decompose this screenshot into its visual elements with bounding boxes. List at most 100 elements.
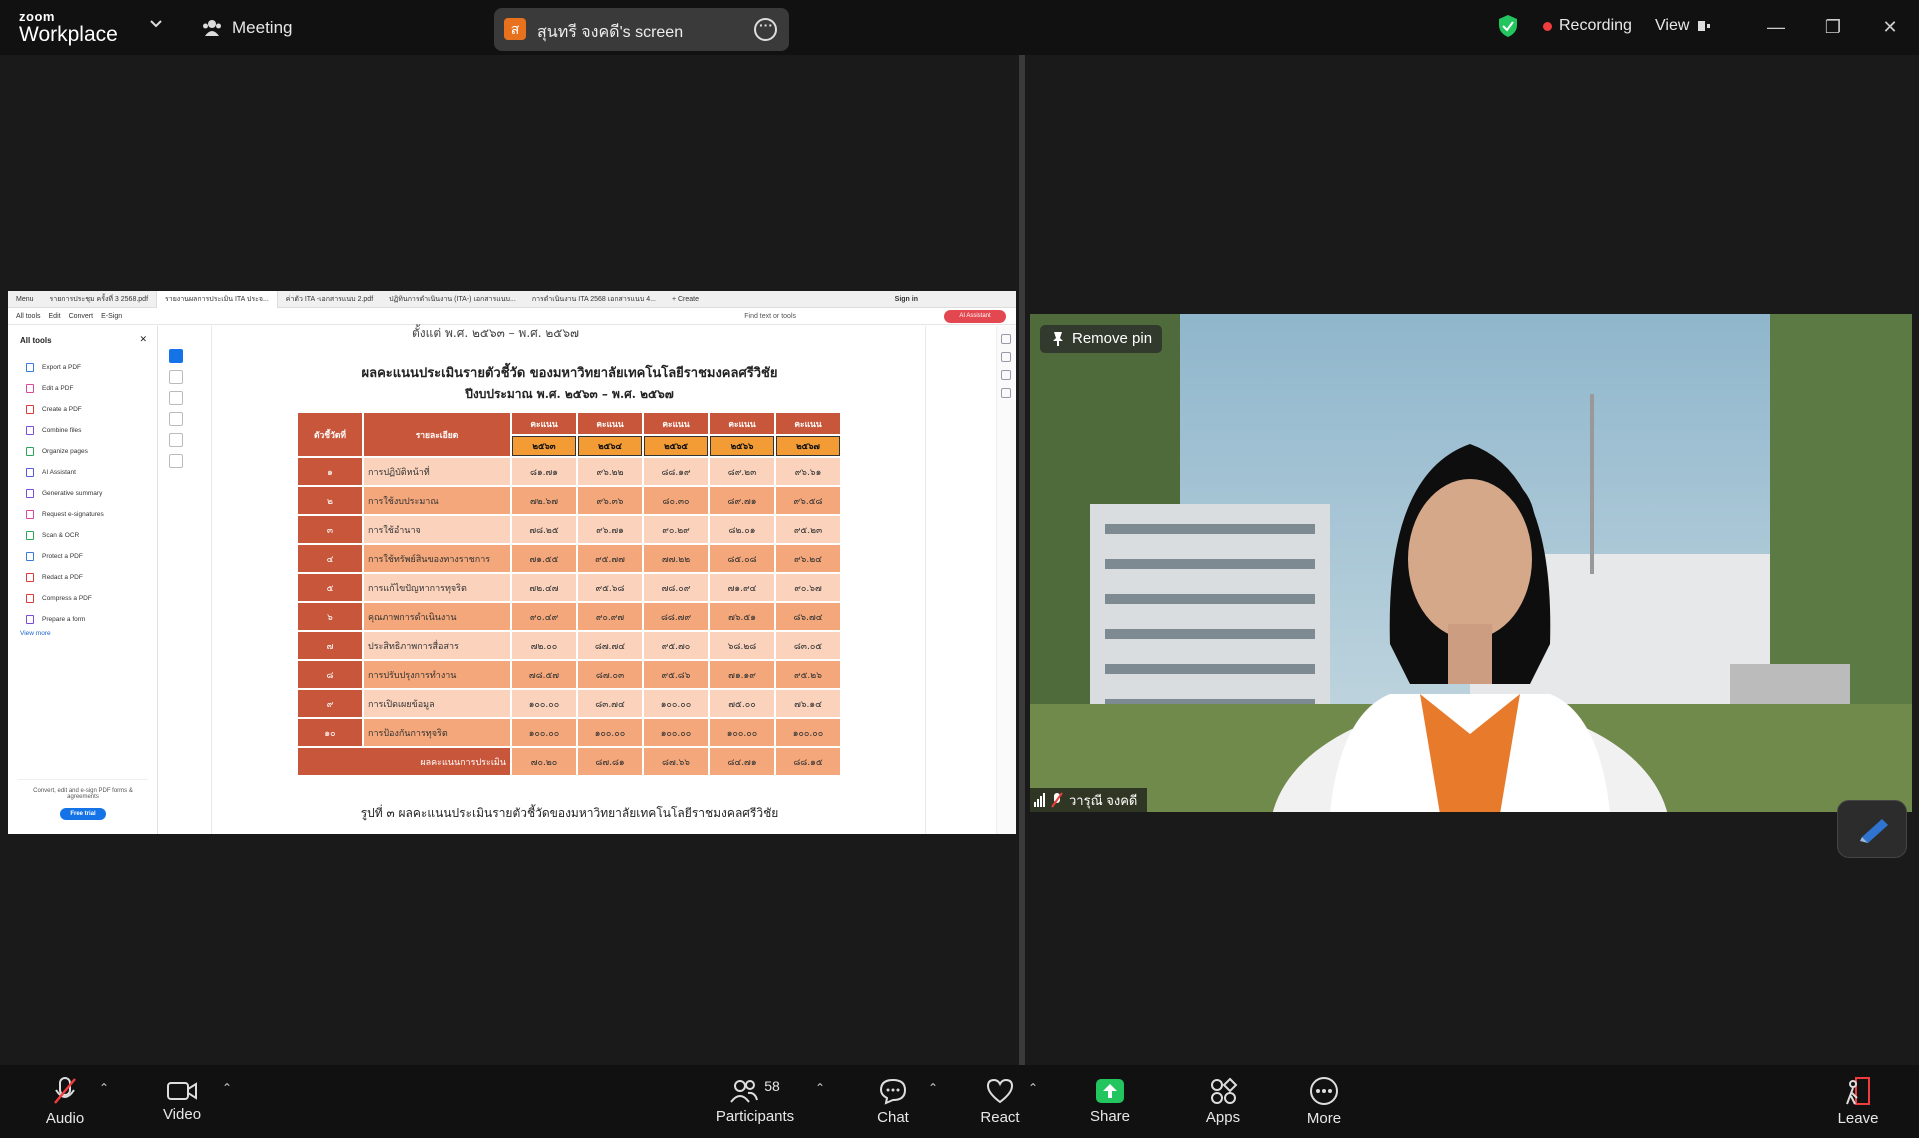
pdf-tool-item[interactable]: AI Assistant (26, 462, 157, 483)
pdf-tool-item[interactable]: Export a PDF (26, 357, 157, 378)
bookmark-icon[interactable] (1001, 352, 1011, 362)
row-score: ๙๖.๓๖ (578, 487, 642, 514)
react-button[interactable]: React (975, 1065, 1025, 1138)
doc-title: ผลคะแนนประเมินรายตัวชี้วัด ของมหาวิทยาลั… (361, 366, 778, 381)
text-box-icon[interactable] (169, 433, 183, 447)
pdf-tab-active[interactable]: รายงานผลการประเมิน ITA ประจ... (156, 291, 278, 308)
participants-button[interactable]: 58 Participants (710, 1065, 800, 1138)
pdf-tool-item[interactable]: Redact a PDF (26, 567, 157, 588)
share-screen-button[interactable]: Share (1085, 1065, 1135, 1138)
col-score-header: คะแนน (578, 413, 642, 434)
participant-count: 58 (764, 1078, 780, 1094)
chevron-down-icon[interactable] (150, 20, 162, 28)
recording-indicator[interactable]: Recording (1543, 17, 1632, 35)
more-options-icon[interactable] (754, 17, 777, 41)
pdf-tool-label: Organize pages (42, 448, 88, 455)
pdf-tool-label: Export a PDF (42, 364, 82, 371)
pdf-tab[interactable]: การดำเนินงาน ITA 2568 เอกสารแนบ 4... (524, 294, 664, 305)
remove-pin-button[interactable]: Remove pin (1040, 325, 1163, 353)
pdf-menu-all-tools[interactable]: All tools (16, 313, 41, 320)
lasso-icon[interactable] (169, 412, 183, 426)
close-icon[interactable]: ✕ (1875, 12, 1905, 42)
pdf-tool-item[interactable]: Create a PDF (26, 399, 157, 420)
pdf-find-tools[interactable]: Find text or tools (744, 313, 796, 320)
row-score: ๗๖.๑๔ (776, 690, 840, 717)
pdf-ai-assistant-button[interactable]: AI Assistant (944, 310, 1006, 323)
pdf-tool-item[interactable]: Organize pages (26, 441, 157, 462)
row-score: ๗๘.๕๗ (512, 661, 576, 688)
pdf-menu-convert[interactable]: Convert (69, 313, 94, 320)
video-options-caret-icon[interactable]: ⌃ (222, 1081, 232, 1095)
select-cursor-icon[interactable] (169, 349, 183, 363)
video-background-image (1030, 314, 1912, 812)
view-button[interactable]: View (1655, 17, 1711, 35)
row-score: ๗๘.๒๕ (512, 516, 576, 543)
row-score: ๘๑.๗๑ (512, 458, 576, 485)
row-index: ๑๐ (298, 719, 362, 746)
react-options-caret-icon[interactable]: ⌃ (1028, 1081, 1038, 1095)
total-score: ๘๘.๑๕ (776, 748, 840, 775)
attachment-icon[interactable] (1001, 388, 1011, 398)
remove-pin-label: Remove pin (1072, 330, 1153, 347)
audio-options-caret-icon[interactable]: ⌃ (99, 1081, 109, 1095)
row-score: ๙๖.๒๒ (578, 458, 642, 485)
total-score: ๘๔.๗๑ (710, 748, 774, 775)
floating-app-button[interactable] (1837, 800, 1907, 858)
pages-icon[interactable] (1001, 370, 1011, 380)
participants-options-caret-icon[interactable]: ⌃ (815, 1081, 825, 1095)
heart-icon (986, 1078, 1014, 1104)
pdf-tool-item[interactable]: Protect a PDF (26, 546, 157, 567)
minimize-icon[interactable]: — (1761, 12, 1791, 42)
participants-label: Participants (715, 1108, 795, 1125)
row-score: ๑๐๐.๐๐ (512, 719, 576, 746)
pdf-menu-button[interactable]: Menu (8, 296, 42, 303)
chat-options-caret-icon[interactable]: ⌃ (928, 1081, 938, 1095)
chat-button[interactable]: Chat (868, 1065, 918, 1138)
pdf-menu-edit[interactable]: Edit (49, 313, 61, 320)
row-index: ๔ (298, 545, 362, 572)
table-row: ๑๐ การป้องกันการทุจริต ๑๐๐.๐๐ ๑๐๐.๐๐ ๑๐๐.๐๐๑… (298, 719, 840, 746)
restore-icon[interactable]: ❐ (1818, 12, 1848, 42)
audio-label: Audio (45, 1110, 85, 1127)
pdf-tool-item[interactable]: Compress a PDF (26, 588, 157, 609)
pdf-tool-item[interactable]: Generative summary (26, 483, 157, 504)
pdf-tool-item[interactable]: Request e-signatures (26, 504, 157, 525)
pdf-menu-esign[interactable]: E-Sign (101, 313, 122, 320)
zoom-workplace-logo[interactable]: zoom Workplace (19, 10, 118, 45)
close-icon[interactable]: ✕ (139, 334, 147, 345)
pdf-free-trial-button[interactable]: Free trial (60, 808, 106, 820)
apps-button[interactable]: Apps (1198, 1065, 1248, 1138)
year-header: ๒๕๖๖ (710, 436, 774, 456)
pdf-tool-item[interactable]: Combine files (26, 420, 157, 441)
more-icon (1310, 1077, 1338, 1105)
pdf-tool-item[interactable]: Edit a PDF (26, 378, 157, 399)
pdf-create-tab[interactable]: + Create (664, 296, 707, 303)
pdf-tab[interactable]: รายการประชุม ครั้งที่ 3 2568.pdf (42, 294, 157, 305)
security-shield-icon[interactable] (1498, 14, 1518, 38)
participant-video[interactable]: Remove pin วารุณี จงคดี (1030, 314, 1912, 812)
pdf-sign-in[interactable]: Sign in (887, 296, 926, 303)
pdf-tool-icon (26, 552, 34, 561)
split-divider[interactable] (1019, 55, 1025, 1065)
pdf-tool-icon (26, 426, 34, 435)
pdf-tool-icon (26, 405, 34, 414)
doc-cut-line: ตั้งแต่ พ.ศ. ๒๕๖๓ – พ.ศ. ๒๕๖๗ (412, 326, 580, 340)
comment-icon[interactable] (1001, 334, 1011, 344)
pdf-tool-item[interactable]: Prepare a form (26, 609, 157, 630)
screen-share-indicator[interactable]: ส สุนทรี จงคดี's screen (494, 8, 789, 51)
audio-button[interactable]: Audio (40, 1065, 90, 1138)
table-row: ๕การแก้ไขปัญหาการทุจริต ๗๒.๔๗ ๙๕.๖๘ ๗๘.๐๙ ๗๑… (298, 574, 840, 601)
leave-button[interactable]: Leave (1833, 1065, 1883, 1138)
pen-icon[interactable] (169, 391, 183, 405)
doc-subtitle: ปีงบประมาณ พ.ศ. ๒๕๖๓ – พ.ศ. ๒๕๖๗ (465, 387, 674, 401)
pdf-tool-icon (26, 384, 34, 393)
stamp-icon[interactable] (169, 454, 183, 468)
video-button[interactable]: Video (157, 1065, 207, 1138)
meeting-menu[interactable]: Meeting (202, 18, 292, 38)
pdf-view-more[interactable]: View more (20, 630, 157, 637)
pdf-tool-item[interactable]: Scan & OCR (26, 525, 157, 546)
pdf-tab[interactable]: ค่าตัว ITA -เอกสารแนบ 2.pdf (278, 294, 381, 305)
zoom-tool-icon[interactable] (169, 370, 183, 384)
pdf-tab[interactable]: ปฏิทินการดำเนินงาน (ITA-) เอกสารแนบ... (381, 294, 524, 305)
more-button[interactable]: More (1299, 1065, 1349, 1138)
